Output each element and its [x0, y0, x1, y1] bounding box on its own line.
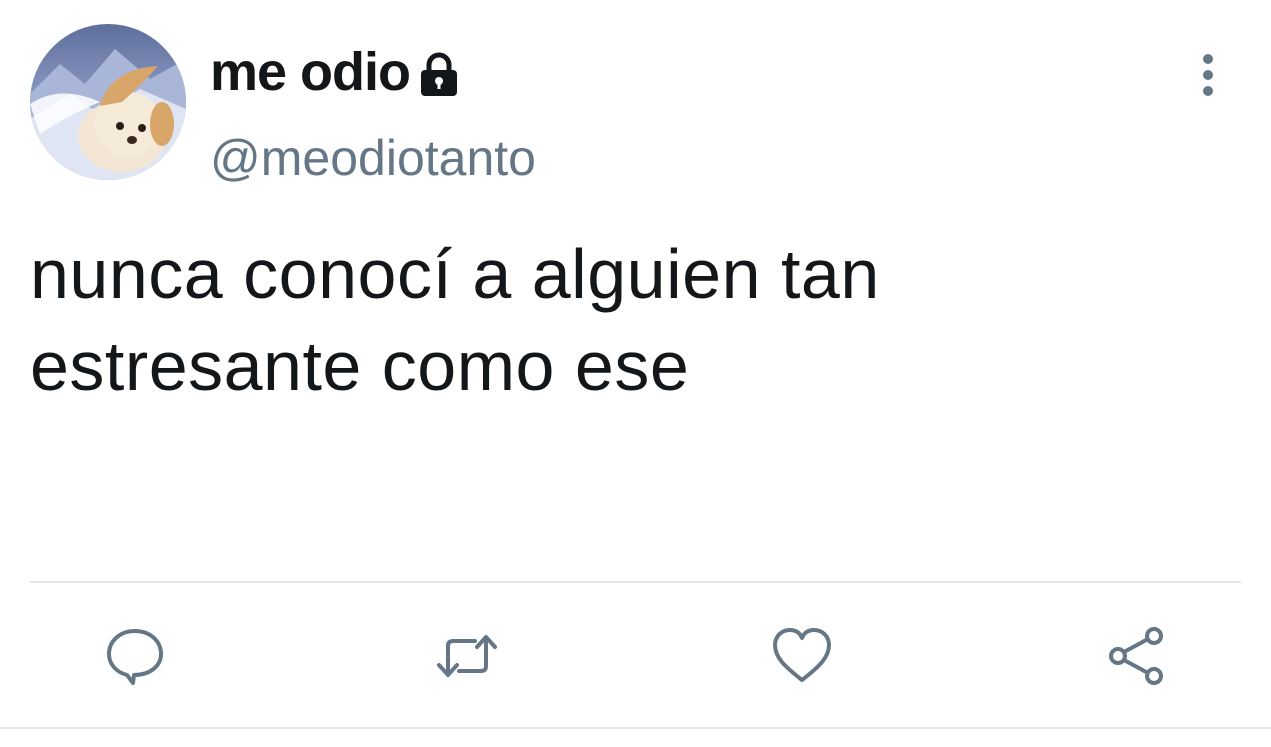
puppy-avatar-icon	[30, 24, 186, 180]
lock-icon	[418, 51, 460, 99]
comment-icon	[107, 629, 163, 685]
vertical-dots-icon	[1203, 54, 1213, 96]
tweet-text: nunca conocí a alguien tan estresante co…	[30, 235, 880, 405]
like-button[interactable]	[770, 624, 834, 688]
more-options-button[interactable]	[1186, 50, 1230, 100]
display-name-row: me odio	[210, 40, 460, 104]
heart-icon	[773, 628, 831, 682]
display-name[interactable]: me odio	[210, 40, 411, 104]
avatar[interactable]	[30, 24, 186, 180]
bottom-divider	[0, 727, 1271, 729]
reply-button[interactable]	[103, 624, 167, 688]
retweet-icon	[437, 635, 497, 677]
share-button[interactable]	[1104, 624, 1168, 688]
share-icon	[1109, 627, 1163, 685]
retweet-button[interactable]	[435, 624, 499, 688]
tweet-card: me odio @meodiotanto nunca conocí a algu…	[0, 0, 1271, 747]
divider	[30, 581, 1241, 583]
user-handle[interactable]: @meodiotanto	[210, 128, 536, 188]
